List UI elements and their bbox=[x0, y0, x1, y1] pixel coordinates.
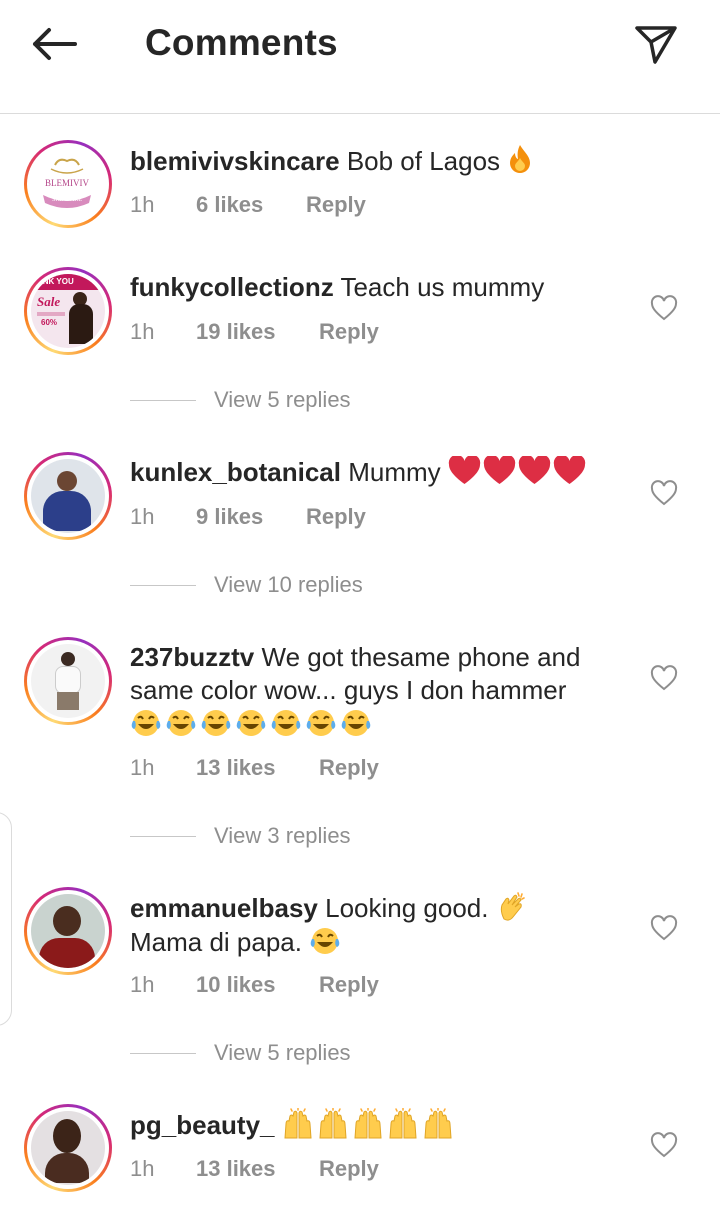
view-replies-label: View 5 replies bbox=[214, 1040, 351, 1065]
raising-hands-icon bbox=[284, 1108, 312, 1139]
comment-text: pg_beauty_ bbox=[130, 1108, 630, 1142]
tears-of-joy-emoji-group bbox=[130, 709, 375, 739]
comment-likes[interactable]: 6 likes bbox=[196, 192, 306, 218]
comment-time: 1h bbox=[130, 319, 155, 344]
view-replies-label: View 5 replies bbox=[214, 387, 351, 412]
comment-likes[interactable]: 9 likes bbox=[196, 504, 306, 530]
reply-button[interactable]: Reply bbox=[319, 972, 379, 998]
comment-meta: 1h 13 likes Reply bbox=[130, 755, 379, 781]
raising-hands-icon bbox=[354, 1108, 382, 1139]
reply-button[interactable]: Reply bbox=[319, 1156, 379, 1182]
comment-username[interactable]: 237buzztv bbox=[130, 642, 254, 672]
view-replies-button[interactable]: View 3 replies bbox=[130, 821, 351, 851]
tears-of-joy-icon bbox=[306, 710, 336, 736]
tears-of-joy-icon bbox=[201, 710, 231, 736]
fire-icon bbox=[510, 145, 531, 173]
heart-outline-icon[interactable] bbox=[650, 295, 678, 323]
view-replies-button[interactable]: View 5 replies bbox=[130, 1038, 351, 1068]
view-replies-button[interactable]: View 10 replies bbox=[130, 570, 363, 600]
tears-of-joy-icon bbox=[310, 928, 340, 954]
comment-likes[interactable]: 13 likes bbox=[196, 755, 319, 781]
comment-meta: 1h 6 likes Reply bbox=[130, 192, 366, 218]
comment-text: funkycollectionz Teach us mummy bbox=[130, 271, 630, 304]
comment-username[interactable]: blemivivskincare bbox=[130, 146, 340, 176]
comment-likes[interactable]: 19 likes bbox=[196, 319, 319, 345]
avatar-text: BLEMIVIV bbox=[45, 178, 89, 188]
red-heart-icon bbox=[448, 456, 481, 484]
comment-time: 1h bbox=[130, 192, 155, 217]
tears-of-joy-icon bbox=[271, 710, 301, 736]
divider bbox=[130, 835, 196, 837]
top-bar: Comments bbox=[0, 0, 720, 114]
divider bbox=[130, 1052, 196, 1054]
comment-username[interactable]: kunlex_botanical bbox=[130, 457, 341, 487]
comment-username[interactable]: emmanuelbasy bbox=[130, 893, 318, 923]
back-button[interactable] bbox=[22, 20, 86, 68]
view-replies-label: View 3 replies bbox=[214, 823, 351, 848]
tears-of-joy-icon bbox=[236, 710, 266, 736]
comment-likes[interactable]: 13 likes bbox=[196, 1156, 319, 1182]
comment-body: Bob of Lagos bbox=[346, 146, 501, 176]
avatar[interactable]: ANK YOU Sale 60% bbox=[24, 267, 112, 355]
avatar-text: 60% bbox=[41, 318, 58, 327]
comment-time: 1h bbox=[130, 504, 155, 529]
red-heart-icon bbox=[553, 456, 586, 484]
comment-text: 237buzztv We got thesame phone and same … bbox=[130, 641, 620, 741]
comment-body: Teach us mummy bbox=[340, 272, 545, 302]
raising-hands-icon bbox=[389, 1108, 417, 1139]
comment-body: Mummy bbox=[348, 457, 441, 487]
reply-button[interactable]: Reply bbox=[319, 319, 379, 345]
view-replies-button[interactable]: View 5 replies bbox=[130, 385, 351, 415]
heart-outline-icon[interactable] bbox=[650, 915, 678, 943]
comment-username[interactable]: pg_beauty_ bbox=[130, 1110, 275, 1140]
tears-of-joy-icon bbox=[131, 710, 161, 736]
comment-likes[interactable]: 10 likes bbox=[196, 972, 319, 998]
arrow-left-icon bbox=[33, 28, 77, 60]
avatar[interactable] bbox=[24, 452, 112, 540]
comment-meta: 1h 19 likes Reply bbox=[130, 319, 379, 345]
comment-text: blemivivskincare Bob of Lagos bbox=[130, 144, 630, 178]
comment-time: 1h bbox=[130, 1156, 155, 1181]
divider bbox=[130, 399, 196, 401]
raising-hands-emoji-group bbox=[282, 1108, 457, 1140]
tears-of-joy-icon bbox=[341, 710, 371, 736]
raising-hands-icon bbox=[319, 1108, 347, 1139]
comment-username[interactable]: funkycollectionz bbox=[130, 272, 334, 302]
heart-outline-icon[interactable] bbox=[650, 665, 678, 693]
comment-time: 1h bbox=[130, 972, 155, 997]
reply-button[interactable]: Reply bbox=[306, 504, 366, 530]
avatar-text: SKINCARE bbox=[51, 197, 82, 203]
heart-outline-icon[interactable] bbox=[650, 480, 678, 508]
reply-button[interactable]: Reply bbox=[306, 192, 366, 218]
edge-panel-handle[interactable] bbox=[0, 812, 12, 1026]
page-title: Comments bbox=[145, 22, 338, 63]
comment-text: emmanuelbasy Looking good. Mama di papa. bbox=[130, 891, 630, 959]
divider bbox=[130, 584, 196, 586]
reply-button[interactable]: Reply bbox=[319, 755, 379, 781]
avatar[interactable]: BLEMIVIV SKINCARE bbox=[24, 140, 112, 228]
raising-hands-icon bbox=[424, 1108, 452, 1139]
comment-body: Mama di papa. bbox=[130, 927, 302, 957]
clapping-hands-icon bbox=[500, 892, 525, 921]
comment-text: kunlex_botanical Mummy bbox=[130, 456, 630, 489]
comment-time: 1h bbox=[130, 755, 155, 780]
comment-meta: 1h 10 likes Reply bbox=[130, 972, 379, 998]
view-replies-label: View 10 replies bbox=[214, 572, 363, 597]
red-heart-icon bbox=[483, 456, 516, 484]
paper-plane-icon bbox=[635, 26, 677, 64]
comment-body: Looking good. bbox=[325, 893, 489, 923]
tears-of-joy-icon bbox=[166, 710, 196, 736]
share-button[interactable] bbox=[628, 20, 684, 68]
avatar-text: ANK YOU bbox=[37, 277, 74, 286]
avatar[interactable] bbox=[24, 887, 112, 975]
avatar-text: Sale bbox=[37, 294, 61, 309]
avatar[interactable] bbox=[24, 1104, 112, 1192]
comment-meta: 1h 13 likes Reply bbox=[130, 1156, 379, 1182]
heart-outline-icon[interactable] bbox=[650, 1132, 678, 1160]
red-heart-icon bbox=[518, 456, 551, 484]
avatar[interactable] bbox=[24, 637, 112, 725]
comment-meta: 1h 9 likes Reply bbox=[130, 504, 366, 530]
